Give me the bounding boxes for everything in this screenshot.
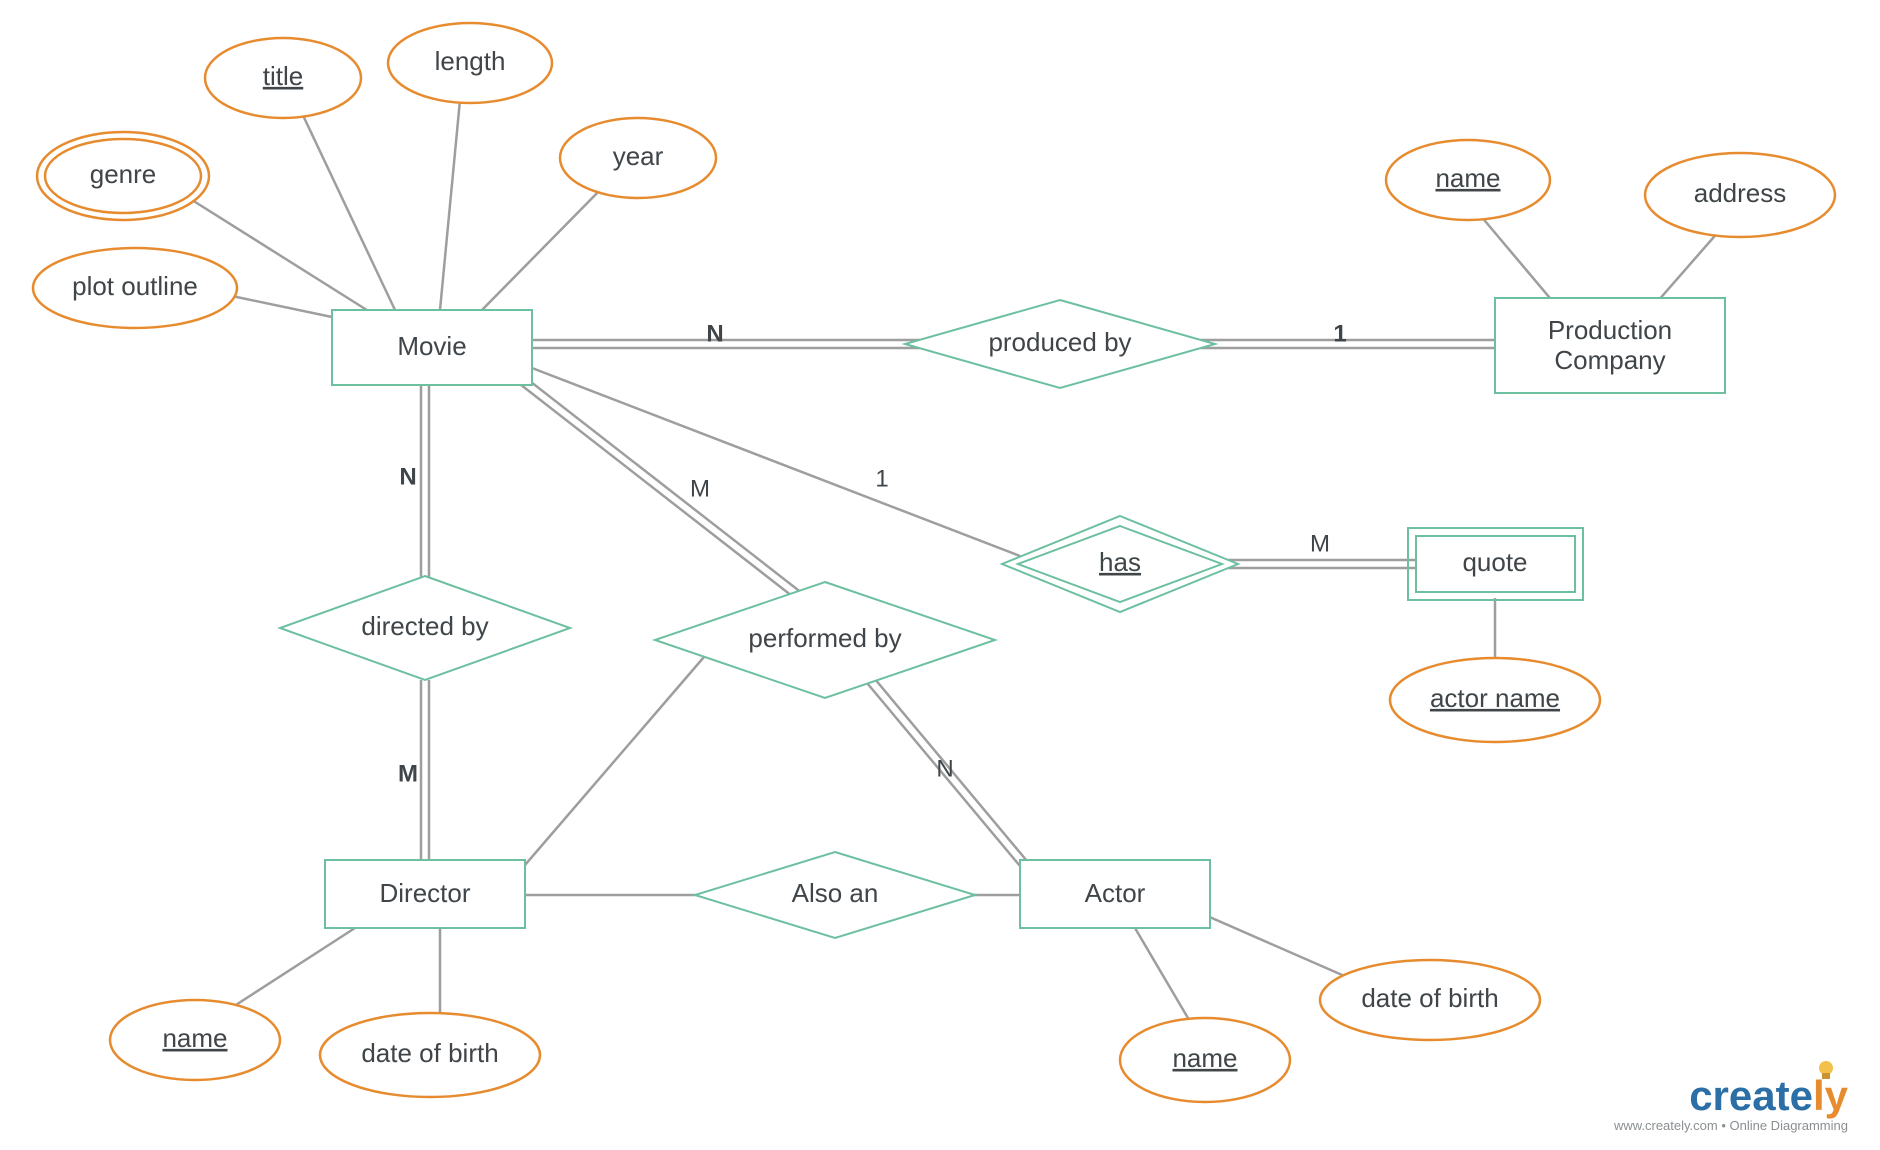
entity-actor-label: Actor xyxy=(1085,878,1146,908)
svg-text:creately: creately xyxy=(1689,1072,1848,1119)
rel-performedby-label: performed by xyxy=(748,623,901,653)
edge-performedby-director xyxy=(525,650,710,865)
attr-director-dob: date of birth xyxy=(320,1013,540,1097)
edge-producedby-company xyxy=(1200,340,1495,348)
entity-company-label-1: Production xyxy=(1548,315,1672,345)
entity-quote: quote xyxy=(1408,528,1583,600)
rel-producedby-label: produced by xyxy=(988,327,1131,357)
attr-actor-name-label: name xyxy=(1172,1043,1237,1073)
rel-directedby-label: directed by xyxy=(361,611,488,641)
attr-company-address-label: address xyxy=(1694,178,1787,208)
card-movie-directed: N xyxy=(399,463,416,490)
edge-attr-actor-name xyxy=(1135,928,1195,1030)
attr-length-label: length xyxy=(435,46,506,76)
edge-movie-performedby xyxy=(516,375,816,610)
entity-movie: Movie xyxy=(332,310,532,385)
edge-has-quote xyxy=(1220,560,1415,568)
relationship-also-an: Also an xyxy=(695,852,975,938)
entity-production-company: Production Company xyxy=(1495,298,1725,393)
edge-attr-year xyxy=(480,185,605,312)
entity-movie-label: Movie xyxy=(397,331,466,361)
attr-company-name: name xyxy=(1386,140,1550,220)
card-company-produced: 1 xyxy=(1333,320,1346,347)
attr-actor-name: name xyxy=(1120,1018,1290,1102)
attr-director-name: name xyxy=(110,1000,280,1080)
edge-movie-has xyxy=(532,368,1020,556)
attr-plotoutline-label: plot outline xyxy=(72,271,198,301)
edge-movie-producedby xyxy=(532,340,920,348)
er-diagram-canvas: Movie Production Company quote Director … xyxy=(0,0,1880,1150)
attr-company-name-label: name xyxy=(1435,163,1500,193)
edge-directedby-director xyxy=(421,680,429,860)
attr-length: length xyxy=(388,23,552,103)
relationship-has: has xyxy=(1002,516,1238,612)
attr-title-label: title xyxy=(263,61,303,91)
attr-actor-dob-label: date of birth xyxy=(1361,983,1498,1013)
entity-director-label: Director xyxy=(379,878,470,908)
attr-genre-label: genre xyxy=(90,159,157,189)
attr-director-name-label: name xyxy=(162,1023,227,1053)
card-movie-performed: M xyxy=(690,475,710,502)
edge-attr-actor-dob xyxy=(1205,915,1365,985)
card-director-directed: M xyxy=(398,760,418,787)
attr-actor-dob: date of birth xyxy=(1320,960,1540,1040)
edge-attr-director-name xyxy=(225,928,355,1012)
rel-has-label: has xyxy=(1099,547,1141,577)
attr-plot-outline: plot outline xyxy=(33,248,237,328)
edge-attr-length xyxy=(440,100,460,310)
entity-company-label-2: Company xyxy=(1554,345,1665,375)
edge-attr-company-name xyxy=(1480,215,1560,310)
relationship-performed-by: performed by xyxy=(655,582,995,698)
logo-part1: create xyxy=(1689,1072,1813,1119)
attr-quote-actorname: actor name xyxy=(1390,658,1600,742)
edge-movie-directedby xyxy=(421,385,429,580)
attr-title: title xyxy=(205,38,361,118)
entity-quote-label: quote xyxy=(1462,547,1527,577)
entity-director: Director xyxy=(325,860,525,928)
card-movie-produced: N xyxy=(706,320,723,347)
attr-quote-actorname-label: actor name xyxy=(1430,683,1560,713)
edge-attr-title xyxy=(300,109,395,310)
attr-year-label: year xyxy=(613,141,664,171)
card-quote-has: M xyxy=(1310,530,1330,557)
card-movie-has: 1 xyxy=(875,465,888,492)
relationship-directed-by: directed by xyxy=(280,576,570,680)
logo-sub: www.creately.com • Online Diagramming xyxy=(1613,1118,1848,1133)
attr-company-address: address xyxy=(1645,153,1835,237)
logo-part2: ly xyxy=(1813,1072,1849,1119)
attr-director-dob-label: date of birth xyxy=(361,1038,498,1068)
relationship-produced-by: produced by xyxy=(905,300,1215,388)
attr-year: year xyxy=(560,118,716,198)
creately-logo: creately www.creately.com • Online Diagr… xyxy=(1613,1061,1849,1133)
entity-actor: Actor xyxy=(1020,860,1210,928)
rel-alsoan-label: Also an xyxy=(792,878,879,908)
attr-genre: genre xyxy=(37,132,209,220)
card-actor-performed: N xyxy=(936,755,953,782)
